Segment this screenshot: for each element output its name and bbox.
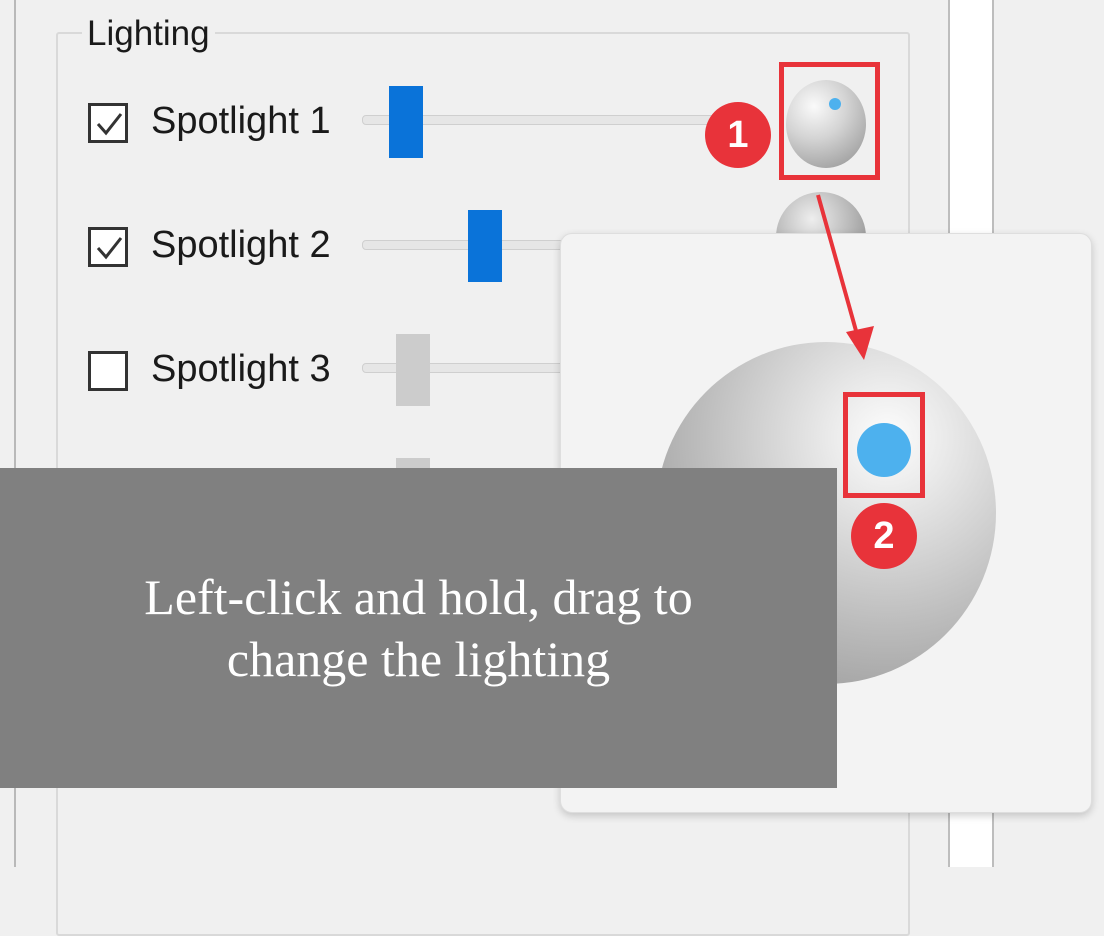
instruction-overlay: Left-click and hold, drag to change the …	[0, 468, 837, 788]
instruction-line-2: change the lighting	[226, 631, 611, 687]
step-badge-2: 2	[851, 503, 917, 569]
step-badge-1: 1	[705, 102, 771, 168]
instruction-text: Left-click and hold, drag to change the …	[0, 566, 837, 690]
instruction-line-1: Left-click and hold, drag to	[144, 569, 693, 625]
